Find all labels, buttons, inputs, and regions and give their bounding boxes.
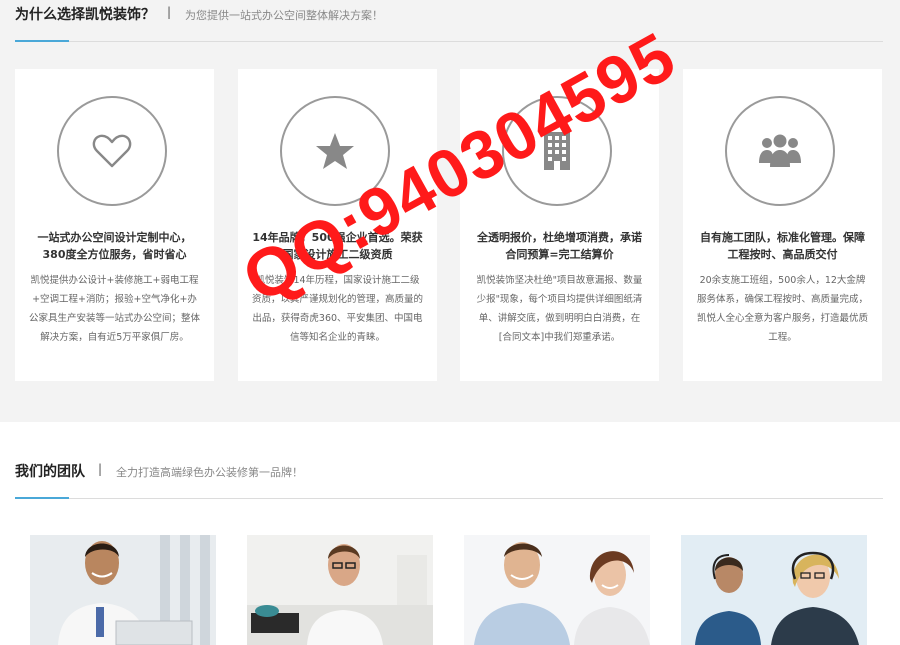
header-divider [15, 498, 883, 499]
why-section-header: 为什么选择凯悦装饰？ | 为您提供一站式办公空间整体解决方案！ [15, 4, 883, 44]
header-separator: | [167, 5, 172, 19]
card-description: 凯悦装饰坚决杜绝"项目故意漏报、数量少报"现象，每个项目均提供详细图纸清单、讲解… [476, 275, 643, 343]
header-accent-bar [15, 497, 69, 499]
heart-icon [57, 96, 167, 206]
team-photo-4[interactable] [681, 535, 867, 645]
section-subtitle: 为您提供一站式办公空间整体解决方案！ [185, 9, 383, 22]
card-description: 20余支施工班组，500余人，12大金牌服务体系，确保工程按时、高质量完成，凯悦… [697, 275, 869, 343]
team-section-header: 我们的团队 | 全力打造高端绿色办公装修第一品牌！ [15, 461, 883, 501]
card-description: 凯悦提供办公设计+装修施工+弱电工程+空调工程+消防；报验+空气净化+办公家具生… [29, 275, 201, 343]
team-photo-2[interactable] [247, 535, 433, 645]
card-title: 一站式办公空间设计定制中心，380度全方位服务，省时省心 [37, 231, 192, 261]
section-subtitle: 全力打造高端绿色办公装修第一品牌！ [116, 466, 303, 479]
header-separator: | [98, 462, 103, 476]
header-accent-bar [15, 40, 69, 42]
section-title: 我们的团队 [15, 464, 85, 480]
card-title: 全透明报价，杜绝增项消费，承诺合同预算=完工结算价 [477, 231, 642, 261]
card-title: 自有施工团队，标准化管理。保障工程按时、高品质交付 [700, 231, 865, 261]
team-icon [725, 96, 835, 206]
team-photo-3[interactable] [464, 535, 650, 645]
feature-card-1: 一站式办公空间设计定制中心，380度全方位服务，省时省心 凯悦提供办公设计+装修… [15, 69, 214, 381]
section-title: 为什么选择凯悦装饰？ [15, 7, 155, 23]
team-photo-1[interactable] [30, 535, 216, 645]
feature-card-4: 自有施工团队，标准化管理。保障工程按时、高品质交付 20余支施工班组，500余人… [683, 69, 882, 381]
header-divider [15, 41, 883, 42]
